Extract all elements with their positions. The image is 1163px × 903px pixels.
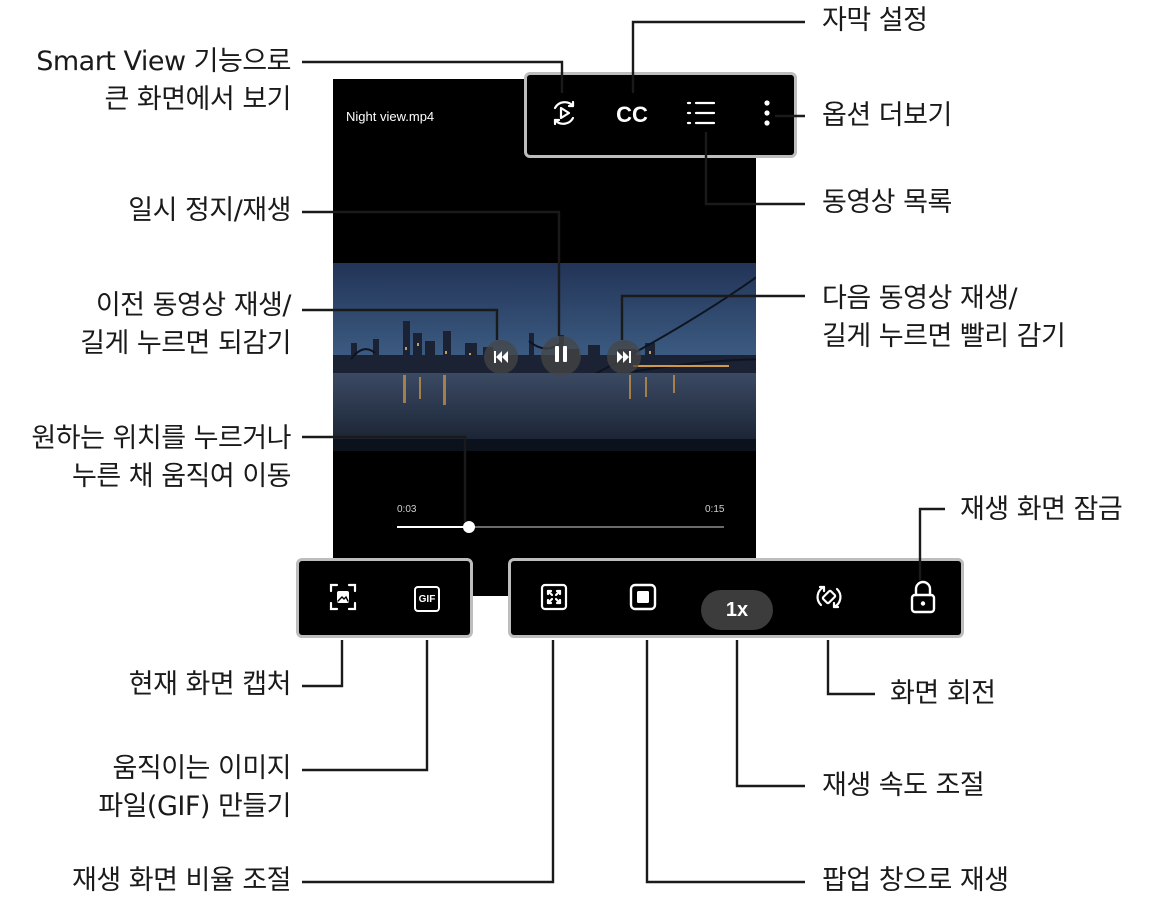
capture-button[interactable]: [325, 581, 361, 617]
top-toolbar: CC: [524, 72, 797, 158]
popup-window-icon: [629, 583, 657, 615]
playlist-button[interactable]: [683, 97, 719, 133]
more-vertical-icon: [764, 99, 770, 131]
next-button[interactable]: [607, 340, 641, 374]
callout-seek: 원하는 위치를 누르거나 누른 채 움직여 이동: [31, 423, 291, 492]
previous-button[interactable]: [484, 340, 518, 374]
capture-toolbar: GIF: [296, 558, 473, 638]
callout-pause-play: 일시 정지/재생: [128, 195, 291, 226]
playback-speed-button[interactable]: 1x: [701, 590, 773, 630]
popup-button[interactable]: [625, 581, 661, 617]
seek-bar-progress: [397, 526, 469, 528]
gif-icon: GIF: [414, 586, 440, 612]
skip-next-icon: [617, 348, 631, 367]
video-filename: Night view.mp4: [346, 109, 435, 124]
connector-rotate: [826, 640, 875, 696]
callout-speed: 재생 속도 조절: [822, 770, 985, 801]
smart-view-icon: [550, 99, 578, 131]
seek-bar[interactable]: [397, 521, 724, 533]
skip-previous-icon: [494, 348, 508, 367]
pause-icon: [555, 346, 567, 366]
callout-capture: 현재 화면 캡처: [128, 669, 292, 700]
aspect-ratio-button[interactable]: [536, 581, 572, 617]
current-time: 0:03: [397, 504, 417, 515]
callout-previous: 이전 동영상 재생/ 길게 누르면 되감기: [80, 290, 291, 359]
aspect-ratio-icon: [540, 583, 568, 615]
callout-subtitles: 자막 설정: [822, 5, 928, 36]
callout-more-options: 옵션 더보기: [822, 100, 952, 131]
connector-speed: [735, 640, 805, 788]
list-icon: [686, 100, 716, 130]
callout-aspect-ratio: 재생 화면 비율 조절: [72, 865, 291, 896]
lock-icon: [910, 580, 936, 618]
connector-gif: [302, 640, 429, 772]
callout-smart-view: Smart View 기능으로 큰 화면에서 보기: [36, 46, 291, 115]
total-time: 0:15: [705, 504, 725, 515]
screen-capture-icon: [328, 582, 358, 616]
callout-rotate: 화면 회전: [890, 678, 996, 709]
callout-gif: 움직이는 이미지 파일(GIF) 만들기: [98, 753, 291, 822]
callout-next: 다음 동영상 재생/ 길게 누르면 빨리 감기: [822, 283, 1066, 352]
lock-button[interactable]: [905, 579, 941, 619]
cc-icon: CC: [616, 102, 648, 127]
rotate-button[interactable]: [811, 581, 847, 617]
seek-bar-thumb[interactable]: [462, 521, 475, 533]
more-options-button[interactable]: [755, 97, 779, 133]
callout-lock: 재생 화면 잠금: [960, 494, 1123, 525]
connector-capture: [302, 640, 344, 688]
callout-video-list: 동영상 목록: [822, 187, 952, 218]
playback-toolbar: 1x: [508, 558, 964, 638]
connector-popup: [645, 640, 805, 884]
subtitles-button[interactable]: CC: [611, 97, 653, 133]
smart-view-button[interactable]: [547, 97, 581, 133]
pause-button[interactable]: [541, 336, 581, 376]
connector-aspect-ratio: [302, 640, 555, 884]
rotate-icon: [814, 582, 844, 616]
gif-button[interactable]: GIF: [409, 581, 445, 617]
callout-popup: 팝업 창으로 재생: [822, 865, 1009, 896]
